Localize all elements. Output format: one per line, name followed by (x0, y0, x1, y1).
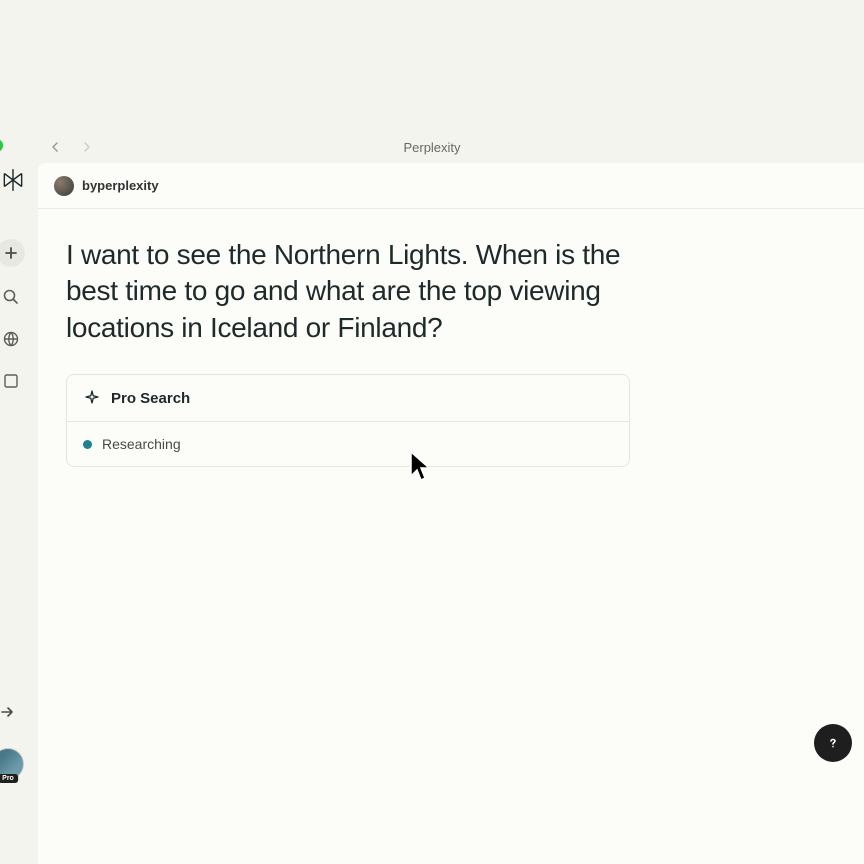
library-icon[interactable] (0, 369, 23, 393)
nav-controls (46, 138, 96, 156)
perplexity-logo-icon[interactable] (0, 167, 26, 193)
pro-search-box: Pro Search Researching (66, 374, 630, 467)
query-text: I want to see the Northern Lights. When … (66, 237, 630, 346)
sidebar-bottom: Pro (0, 700, 24, 780)
main-content: I want to see the Northern Lights. When … (38, 209, 658, 467)
collapse-sidebar-button[interactable] (0, 700, 20, 724)
author-avatar[interactable] (54, 176, 74, 196)
pro-search-label: Pro Search (111, 390, 190, 407)
new-thread-button[interactable] (0, 239, 25, 267)
traffic-lights (0, 139, 3, 152)
app-window: Perplexity (0, 131, 864, 864)
search-status: Researching (67, 421, 629, 466)
help-fab-button[interactable] (814, 724, 852, 762)
pro-search-header[interactable]: Pro Search (67, 375, 629, 421)
search-icon[interactable] (0, 285, 23, 309)
sparkle-icon (83, 389, 101, 407)
sidebar: Pro (0, 163, 38, 864)
maximize-button[interactable] (0, 139, 3, 152)
status-text: Researching (102, 436, 181, 452)
author-name: byperplexity (82, 178, 159, 193)
status-indicator-icon (83, 440, 92, 449)
nav-back-button[interactable] (46, 138, 64, 156)
content-header: byperplexity (38, 163, 864, 209)
globe-icon[interactable] (0, 327, 23, 351)
window-title: Perplexity (403, 140, 460, 155)
pro-badge: Pro (0, 774, 18, 783)
title-bar: Perplexity (0, 131, 864, 163)
sidebar-icons (0, 213, 25, 393)
user-avatar[interactable]: Pro (0, 748, 24, 780)
content-area: byperplexity I want to see the Northern … (38, 163, 864, 864)
nav-forward-button[interactable] (78, 138, 96, 156)
main-layout: Pro byperplexity I want to see the North… (0, 163, 864, 864)
